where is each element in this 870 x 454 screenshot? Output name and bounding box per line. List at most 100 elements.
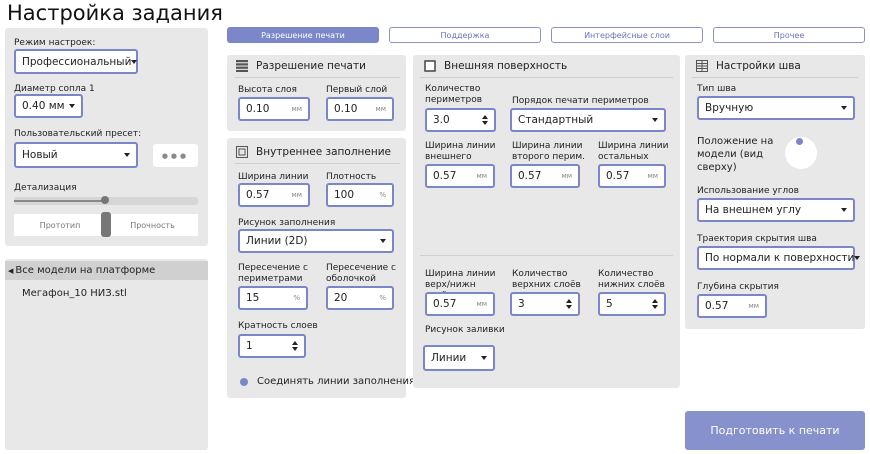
tab-other[interactable]: Прочее: [713, 27, 865, 43]
collapse-arrow-icon[interactable]: ◀: [8, 267, 13, 275]
overlap-shell-value: 20: [334, 292, 348, 304]
stepper-arrows-icon[interactable]: [292, 341, 298, 351]
overlap-perimeters-unit: %: [293, 294, 300, 302]
second-width-input[interactable]: 0.57 мм: [510, 164, 580, 188]
infill-pattern-value: Линии (2D): [246, 235, 308, 247]
detail-slider-fill: [14, 200, 104, 202]
stepper-arrows-icon[interactable]: [652, 299, 658, 309]
stepper-arrows-icon[interactable]: [482, 115, 488, 125]
infill-line-width-value: 0.57: [246, 189, 270, 201]
infill-line-width-unit: мм: [291, 191, 302, 199]
perimeter-count-stepper[interactable]: 3.0: [425, 108, 496, 132]
divider: [420, 77, 673, 78]
first-layer-input[interactable]: 0.10 мм: [326, 97, 394, 121]
infill-line-width-input[interactable]: 0.57 мм: [238, 183, 310, 207]
detail-toggle-right[interactable]: Прочность: [107, 214, 198, 236]
divider: [692, 77, 858, 78]
checkbox-square-icon: [424, 60, 436, 72]
layer-multiplicity-label: Кратность слоев: [238, 321, 318, 331]
more-options-button[interactable]: ●●●: [153, 144, 198, 167]
overlap-shell-input[interactable]: 20%: [326, 286, 394, 310]
top-layers-value: 3: [518, 298, 525, 310]
infill-line-width-label: Ширина линии: [238, 172, 309, 182]
seam-trajectory-value: По нормали к поверхности: [705, 252, 855, 264]
overlap-perimeters-input[interactable]: 15%: [238, 286, 308, 310]
bottom-layers-label: Количество нижних слоёв: [598, 269, 665, 290]
corner-usage-value: На внешнем углу: [705, 204, 802, 216]
seam-type-label: Тип шва: [697, 84, 737, 94]
ext-width-input[interactable]: 0.57 мм: [425, 164, 495, 188]
tree-root-item[interactable]: ◀ Все модели на платформе: [5, 261, 208, 280]
preset-value: Новый: [22, 149, 58, 161]
layer-height-input[interactable]: 0.10 мм: [238, 97, 310, 121]
bottom-layers-value: 5: [606, 298, 613, 310]
layer-height-label: Высота слоя: [238, 85, 297, 95]
seam-type-select[interactable]: Вручную: [697, 96, 855, 120]
overlap-perimeters-label: Пересечение с периметрами: [238, 263, 308, 284]
detail-toggle-left[interactable]: Прототип: [14, 214, 106, 236]
stepper-arrows-icon[interactable]: [566, 299, 572, 309]
infill-header: Внутреннее заполнение: [236, 146, 391, 158]
seam-icon: [696, 60, 708, 72]
seam-type-value: Вручную: [705, 102, 754, 114]
second-width-unit: мм: [561, 172, 572, 180]
corner-usage-select[interactable]: На внешнем углу: [697, 198, 855, 222]
tree-child-item[interactable]: Мегафон_10 НИЗ.stl: [22, 288, 127, 299]
first-layer-label: Первый слой: [326, 85, 388, 95]
rest-width-unit: мм: [647, 172, 658, 180]
mode-label: Режим настроек:: [14, 38, 96, 48]
lines-icon: [236, 60, 248, 72]
density-value: 100: [334, 189, 355, 201]
ext-width-unit: мм: [476, 172, 487, 180]
perimeter-count-label: Количество периметров: [425, 84, 483, 105]
preset-label: Пользовательский пресет:: [14, 129, 142, 139]
layer-height-unit: мм: [291, 105, 302, 113]
tab-print-resolution[interactable]: Разрешение печати: [227, 27, 379, 43]
seam-title: Настройки шва: [716, 60, 801, 72]
seam-trajectory-label: Траектория скрытия шва: [697, 234, 817, 244]
top-layers-stepper[interactable]: 3: [510, 292, 580, 316]
hide-depth-input[interactable]: 0.57 мм: [697, 294, 767, 318]
fill-pattern-value: Линии: [431, 352, 467, 364]
outer-header: Внешняя поверхность: [424, 60, 567, 72]
perimeter-order-label: Порядок печати периметров: [512, 96, 649, 106]
detail-toggle-thumb[interactable]: [101, 212, 111, 237]
nozzle-select[interactable]: 0.40 мм: [14, 94, 83, 118]
tree-root-label: Все модели на платформе: [15, 265, 156, 276]
perimeter-order-select[interactable]: Стандартный: [510, 108, 666, 132]
hide-depth-label: Глубина скрытия: [697, 282, 779, 292]
overlap-shell-unit: %: [379, 294, 386, 302]
bottom-layers-stepper[interactable]: 5: [598, 292, 666, 316]
page-title: Настройка задания: [7, 1, 223, 25]
topbottom-width-value: 0.57: [433, 298, 457, 310]
prepare-print-button[interactable]: Подготовить к печати: [685, 411, 865, 450]
fill-pattern-select[interactable]: Линии: [423, 345, 495, 371]
detail-label: Детализация: [14, 183, 77, 193]
connect-lines-label: Соединять линии заполнения: [257, 376, 415, 387]
detail-slider-handle[interactable]: [101, 196, 109, 204]
density-input[interactable]: 100%: [326, 183, 394, 207]
layer-multiplicity-stepper[interactable]: 1: [238, 334, 306, 358]
seam-position-dot[interactable]: [796, 138, 803, 145]
first-layer-unit: мм: [375, 105, 386, 113]
tab-interface-layers[interactable]: Интерфейсные слои: [551, 27, 703, 43]
tab-support[interactable]: Поддержка: [389, 27, 541, 43]
overlap-perimeters-value: 15: [246, 292, 260, 304]
infill-icon: [236, 146, 248, 158]
mode-select[interactable]: Профессиональный: [14, 49, 138, 74]
rest-width-input[interactable]: 0.57 мм: [598, 164, 666, 188]
density-unit: %: [379, 191, 386, 199]
second-width-value: 0.57: [518, 170, 542, 182]
second-width-label: Ширина линии второго перим.: [512, 141, 586, 162]
preset-select[interactable]: Новый: [14, 142, 138, 168]
topbottom-width-input[interactable]: 0.57 мм: [425, 292, 495, 316]
rest-width-value: 0.57: [606, 170, 630, 182]
perimeter-order-value: Стандартный: [518, 114, 594, 126]
seam-trajectory-select[interactable]: По нормали к поверхности: [697, 246, 855, 270]
connect-lines-radio[interactable]: [240, 378, 248, 386]
outer-title: Внешняя поверхность: [444, 60, 568, 72]
seam-header: Настройки шва: [696, 60, 801, 72]
divider: [234, 163, 400, 164]
infill-pattern-select[interactable]: Линии (2D): [238, 229, 394, 253]
mode-value: Профессиональный: [22, 55, 132, 68]
